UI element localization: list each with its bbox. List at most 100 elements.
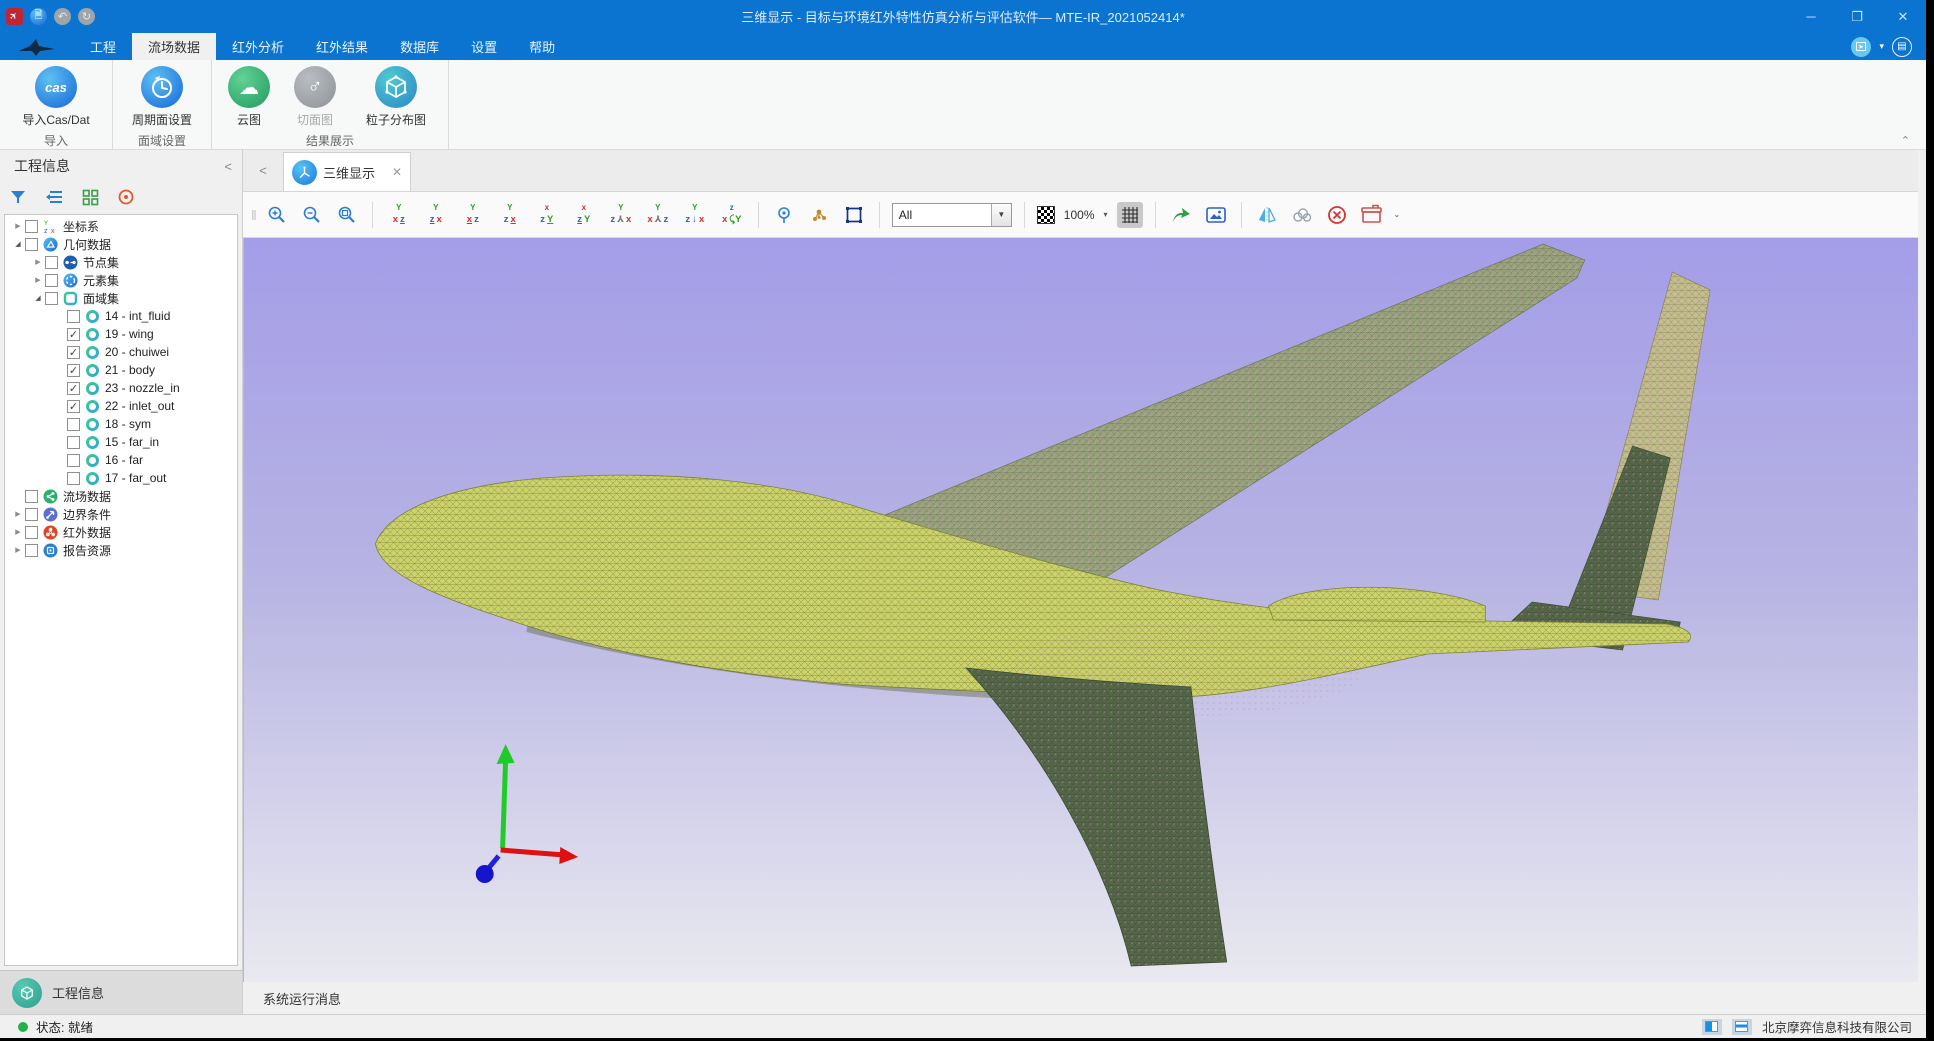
tree-item-report-resources[interactable]: 报告资源 [5, 541, 237, 559]
display-filter-select[interactable]: All ▼ [892, 203, 1012, 227]
view-back-icon[interactable]: Yzx [422, 203, 450, 227]
redo-icon[interactable]: ↻ [78, 8, 95, 25]
tree-item-surface[interactable]: 20 - chuiwei [5, 343, 237, 361]
checkbox[interactable] [67, 328, 80, 341]
undo-icon[interactable]: ↶ [54, 8, 71, 25]
view-front-icon[interactable]: Yxz [385, 203, 413, 227]
checkbox[interactable] [25, 238, 38, 251]
archive-icon[interactable] [1359, 202, 1385, 228]
checkbox[interactable] [67, 310, 80, 323]
tree-item-face-set[interactable]: 面域集 [5, 289, 237, 307]
tree-item-flow-data[interactable]: 流场数据 [5, 487, 237, 505]
checkbox[interactable] [25, 526, 38, 539]
box-select-icon[interactable] [841, 202, 867, 228]
dropdown-caret-icon[interactable]: ▾ [1879, 41, 1884, 52]
layout-bottom-icon[interactable] [1732, 1019, 1752, 1035]
panel-collapse-icon[interactable]: < [224, 159, 232, 174]
tree-item-surface[interactable]: 18 - sym [5, 415, 237, 433]
panel-footer-project-info[interactable]: 工程信息 [0, 970, 242, 1014]
contour-button[interactable]: ☁ 云图 [218, 64, 280, 128]
toolbar-drag-handle[interactable]: ‖ [251, 207, 255, 223]
layout-split-icon[interactable] [1702, 1019, 1722, 1035]
zoom-level-value[interactable]: 100% [1064, 208, 1095, 222]
view-right-icon[interactable]: Yzx [496, 203, 524, 227]
section-plane-button[interactable]: ♂ 切面图 [280, 64, 350, 128]
molecule-icon[interactable] [806, 202, 832, 228]
checkbox[interactable] [45, 274, 58, 287]
tree-item-surface[interactable]: 23 - nozzle_in [5, 379, 237, 397]
view-top-icon[interactable]: xzY [533, 203, 561, 227]
expander-icon[interactable] [11, 546, 25, 554]
checkerboard-icon[interactable] [1037, 206, 1055, 224]
export-arrow-icon[interactable] [1168, 202, 1194, 228]
menu-item-help[interactable]: 帮助 [513, 33, 571, 60]
expander-icon[interactable] [11, 510, 25, 518]
expander-icon[interactable] [31, 276, 45, 284]
ribbon-collapse-icon[interactable]: ⌃ [1901, 134, 1910, 147]
checkbox[interactable] [25, 508, 38, 521]
expander-icon[interactable] [11, 528, 25, 536]
viewport-3d[interactable] [243, 238, 1918, 982]
checkbox[interactable] [67, 472, 80, 485]
screen-share-icon[interactable]: ▶ [1851, 37, 1871, 57]
checkbox[interactable] [67, 400, 80, 413]
tab-close-icon[interactable]: ✕ [392, 165, 402, 179]
remove-icon[interactable] [1324, 202, 1350, 228]
menu-item-ir-analysis[interactable]: 红外分析 [216, 33, 300, 60]
tree-item-surface[interactable]: 22 - inlet_out [5, 397, 237, 415]
tree-item-surface[interactable]: 19 - wing [5, 325, 237, 343]
tab-3d-view[interactable]: 三维显示 ✕ [283, 152, 411, 191]
tree-item-node-set[interactable]: 节点集 [5, 253, 237, 271]
tree-item-surface[interactable]: 16 - far [5, 451, 237, 469]
menu-item-settings[interactable]: 设置 [455, 33, 513, 60]
tree-item-coordinate-system[interactable]: Yzx 坐标系 [5, 217, 237, 235]
expander-icon[interactable] [11, 222, 25, 230]
minimize-icon[interactable]: ─ [1788, 0, 1834, 33]
list-icon[interactable] [44, 187, 64, 207]
target-icon[interactable] [116, 187, 136, 207]
view-iso4-icon[interactable]: zx⤹Y [718, 203, 746, 227]
view-bottom-icon[interactable]: xzY [570, 203, 598, 227]
app-red-icon[interactable]: ✈ [6, 8, 23, 25]
checkbox[interactable] [67, 454, 80, 467]
tab-scroll-left-icon[interactable]: < [243, 150, 283, 191]
close-icon[interactable]: ✕ [1880, 0, 1926, 33]
menu-item-engineering[interactable]: 工程 [74, 33, 132, 60]
tree-item-surface[interactable]: 17 - far_out [5, 469, 237, 487]
mesh-grid-icon[interactable] [1117, 202, 1143, 228]
view-iso3-icon[interactable]: Yz↓x [681, 203, 709, 227]
tree-item-surface[interactable]: 15 - far_in [5, 433, 237, 451]
import-cas-dat-button[interactable]: cas 导入Cas/Dat [6, 64, 106, 128]
menu-item-database[interactable]: 数据库 [384, 33, 455, 60]
mirror-icon[interactable] [1254, 202, 1280, 228]
view-iso1-icon[interactable]: Yz⅄x [607, 203, 635, 227]
checkbox[interactable] [45, 256, 58, 269]
tree-item-infrared-data[interactable]: 红外数据 [5, 523, 237, 541]
checkbox[interactable] [67, 418, 80, 431]
checkbox[interactable] [67, 364, 80, 377]
snapshot-icon[interactable] [1203, 202, 1229, 228]
notebook-icon[interactable]: ▤ [1892, 37, 1912, 57]
archive-caret-icon[interactable]: ⌄ [1394, 210, 1401, 219]
checkbox[interactable] [25, 544, 38, 557]
expander-icon[interactable] [31, 294, 45, 302]
zoom-in-icon[interactable] [264, 202, 290, 228]
checkbox[interactable] [67, 436, 80, 449]
view-iso2-icon[interactable]: Yx⅄z [644, 203, 672, 227]
menu-item-ir-results[interactable]: 红外结果 [300, 33, 384, 60]
menu-item-flowfield[interactable]: 流场数据 [132, 33, 216, 60]
checkbox[interactable] [67, 382, 80, 395]
tree-item-geometry-data[interactable]: 几何数据 [5, 235, 237, 253]
tree-item-element-set[interactable]: 元素集 [5, 271, 237, 289]
combo-dropdown-icon[interactable]: ▼ [991, 204, 1011, 226]
save-icon[interactable]: 🗎 [30, 8, 47, 25]
expander-icon[interactable] [11, 240, 25, 248]
checkbox[interactable] [25, 220, 38, 233]
tree-item-surface[interactable]: 21 - body [5, 361, 237, 379]
probe-pin-icon[interactable] [771, 202, 797, 228]
tree-item-boundary-conditions[interactable]: 边界条件 [5, 505, 237, 523]
checkbox[interactable] [45, 292, 58, 305]
maximize-icon[interactable]: ❐ [1834, 0, 1880, 33]
zoom-fit-icon[interactable] [334, 202, 360, 228]
zoom-caret-icon[interactable]: ▾ [1104, 210, 1108, 219]
